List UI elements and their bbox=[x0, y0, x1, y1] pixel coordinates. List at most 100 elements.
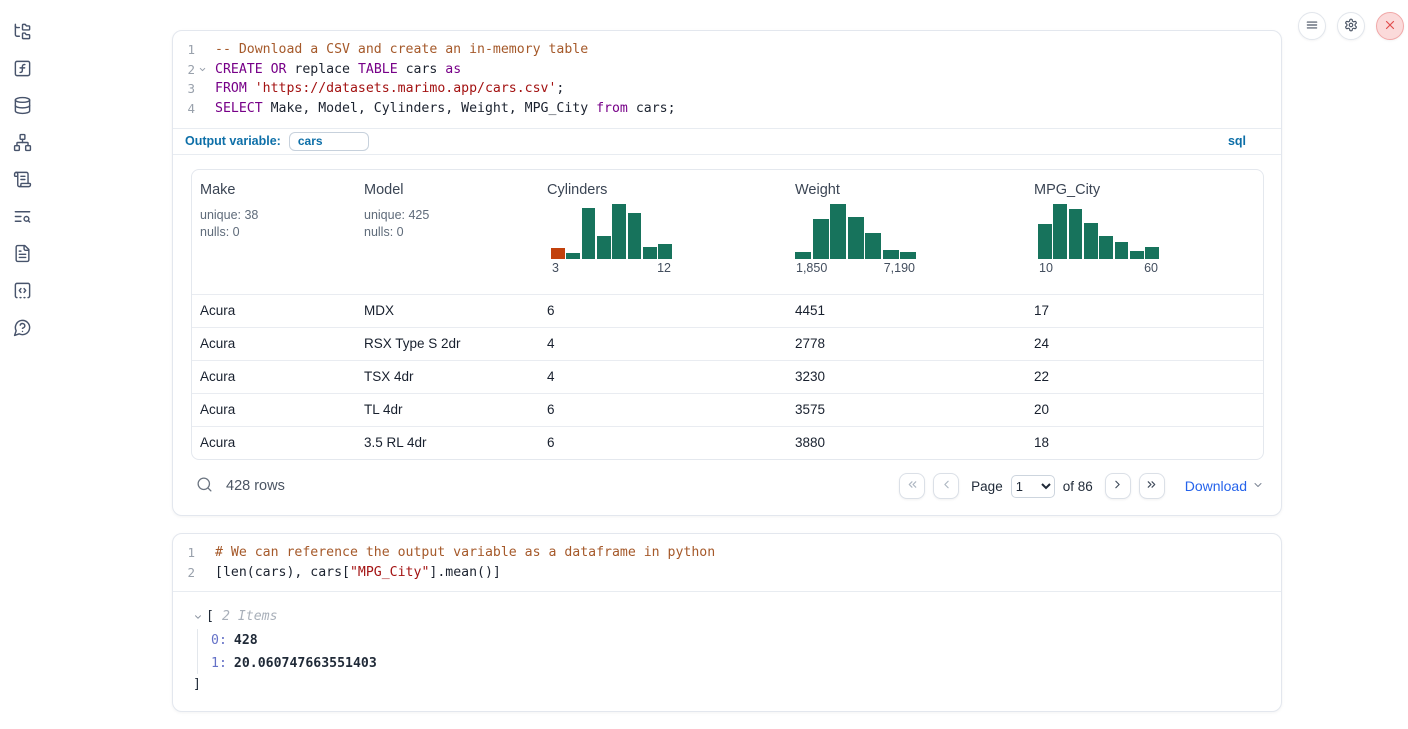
chevrons-left-icon bbox=[906, 478, 919, 494]
histogram-bar bbox=[813, 219, 829, 259]
sidebar-item-logs[interactable] bbox=[12, 171, 32, 191]
code-line[interactable]: 1 # We can reference the output variable… bbox=[173, 543, 1281, 563]
settings-button[interactable] bbox=[1337, 12, 1365, 40]
python-output: [ 2 Items 0: 428 1: 20.060747663551403 ] bbox=[173, 591, 1281, 692]
table-footer: 428 rows Page 1 of 86 Download bbox=[173, 460, 1281, 513]
text-search-icon bbox=[13, 207, 32, 229]
code-token: ; bbox=[556, 81, 564, 96]
sidebar-item-search[interactable] bbox=[12, 208, 32, 228]
chevron-down-icon bbox=[1252, 478, 1264, 494]
histogram-bars bbox=[1038, 204, 1159, 259]
table-cell: 24 bbox=[1026, 328, 1263, 360]
sidebar-item-datasources[interactable] bbox=[12, 97, 32, 117]
item-value: 428 bbox=[234, 633, 258, 648]
table-cell: TSX 4dr bbox=[356, 361, 539, 393]
code-token: "MPG_City" bbox=[350, 565, 429, 580]
sidebar-item-dependencies[interactable] bbox=[12, 134, 32, 154]
output-variable-input[interactable] bbox=[289, 132, 369, 151]
code-token: # We can reference the output variable a… bbox=[215, 545, 715, 560]
table-cell: 18 bbox=[1026, 427, 1263, 459]
table-cell: Acura bbox=[192, 361, 356, 393]
output-variable-label: Output variable: bbox=[185, 134, 281, 148]
column-label: Weight bbox=[795, 182, 1018, 198]
table-row[interactable]: Acura3.5 RL 4dr6388018 bbox=[192, 426, 1263, 459]
line-number: 3 bbox=[173, 79, 195, 99]
page-select[interactable]: 1 bbox=[1011, 475, 1055, 498]
sidebar-item-help[interactable] bbox=[12, 319, 32, 339]
open-bracket: [ bbox=[206, 609, 214, 624]
items-count-label: 2 Items bbox=[222, 609, 278, 624]
line-number: 2 bbox=[173, 563, 195, 583]
histogram-bar bbox=[1038, 224, 1052, 259]
code-line[interactable]: 1 -- Download a CSV and create an in-mem… bbox=[173, 40, 1281, 60]
histogram-bars bbox=[795, 204, 916, 259]
code-token: FROM bbox=[215, 81, 247, 96]
list-item: 1: 20.060747663551403 bbox=[211, 652, 1263, 675]
page-total-label: of 86 bbox=[1063, 479, 1093, 494]
table-search-button[interactable] bbox=[196, 476, 213, 496]
table-cell: 17 bbox=[1026, 295, 1263, 327]
table-cell: 4 bbox=[539, 361, 787, 393]
histogram-bar bbox=[1145, 247, 1159, 259]
histogram-min-label: 1,850 bbox=[796, 261, 827, 275]
pagination: Page 1 of 86 Download bbox=[899, 473, 1264, 499]
output-list-entries: 0: 428 1: 20.060747663551403 bbox=[197, 629, 1263, 674]
sidebar-item-snippets[interactable] bbox=[12, 282, 32, 302]
column-header-make[interactable]: Make unique: 38nulls: 0 bbox=[192, 170, 356, 294]
table-cell: Acura bbox=[192, 328, 356, 360]
code-line[interactable]: 3 FROM 'https://datasets.marimo.app/cars… bbox=[173, 79, 1281, 99]
column-header-model[interactable]: Model unique: 425nulls: 0 bbox=[356, 170, 539, 294]
table-cell: 3575 bbox=[787, 394, 1026, 426]
table-row[interactable]: AcuraRSX Type S 2dr4277824 bbox=[192, 327, 1263, 360]
histogram-bars bbox=[551, 204, 672, 259]
code-token: TABLE bbox=[358, 62, 398, 77]
column-header-cylinders[interactable]: Cylinders 312 bbox=[539, 170, 787, 294]
histogram-bar bbox=[1069, 209, 1083, 259]
column-header-weight[interactable]: Weight 1,8507,190 bbox=[787, 170, 1026, 294]
chevrons-right-icon bbox=[1145, 478, 1158, 494]
histogram-bar bbox=[643, 247, 657, 259]
table-row[interactable]: AcuraTSX 4dr4323022 bbox=[192, 360, 1263, 393]
table-row[interactable]: AcuraMDX6445117 bbox=[192, 294, 1263, 327]
histogram-bar bbox=[900, 252, 916, 259]
column-stat: unique: 425 bbox=[364, 207, 531, 224]
sql-code-editor[interactable]: 1 -- Download a CSV and create an in-mem… bbox=[173, 31, 1281, 128]
table-cell: RSX Type S 2dr bbox=[356, 328, 539, 360]
code-token: from bbox=[596, 101, 628, 116]
column-label: Make bbox=[200, 182, 348, 198]
table-cell: 4 bbox=[539, 328, 787, 360]
item-value: 20.060747663551403 bbox=[234, 656, 377, 671]
collapse-chevron-icon[interactable] bbox=[193, 612, 203, 622]
code-token: cars bbox=[398, 62, 446, 77]
python-cell: 1 # We can reference the output variable… bbox=[172, 533, 1282, 712]
shutdown-button[interactable] bbox=[1376, 12, 1404, 40]
file-text-icon bbox=[13, 244, 32, 266]
last-page-button[interactable] bbox=[1139, 473, 1165, 499]
menu-button[interactable] bbox=[1298, 12, 1326, 40]
histogram-bar bbox=[848, 217, 864, 259]
code-line[interactable]: 4 SELECT Make, Model, Cylinders, Weight,… bbox=[173, 99, 1281, 119]
column-header-mpg-city[interactable]: MPG_City 1060 bbox=[1026, 170, 1263, 294]
histogram-bar bbox=[658, 244, 672, 259]
previous-page-button[interactable] bbox=[933, 473, 959, 499]
histogram-max-label: 60 bbox=[1144, 261, 1158, 275]
code-line[interactable]: 2 [len(cars), cars["MPG_City"].mean()] bbox=[173, 563, 1281, 583]
sidebar-item-functions[interactable] bbox=[12, 60, 32, 80]
sidebar-item-files[interactable] bbox=[12, 23, 32, 43]
table-cell: 3230 bbox=[787, 361, 1026, 393]
histogram-bar bbox=[1099, 236, 1113, 259]
item-index: 1: bbox=[211, 656, 227, 671]
download-button[interactable]: Download bbox=[1185, 478, 1264, 494]
table-cell: MDX bbox=[356, 295, 539, 327]
table-row[interactable]: AcuraTL 4dr6357520 bbox=[192, 393, 1263, 426]
code-line[interactable]: 2 CREATE OR replace TABLE cars as bbox=[173, 60, 1281, 80]
code-token: CREATE bbox=[215, 62, 263, 77]
fold-chevron-icon[interactable] bbox=[196, 60, 208, 80]
sidebar-item-documentation[interactable] bbox=[12, 245, 32, 265]
gear-icon bbox=[1344, 18, 1358, 35]
next-page-button[interactable] bbox=[1105, 473, 1131, 499]
scroll-text-icon bbox=[13, 170, 32, 192]
code-token: -- Download a CSV and create an in-memor… bbox=[215, 42, 588, 57]
first-page-button[interactable] bbox=[899, 473, 925, 499]
python-code-editor[interactable]: 1 # We can reference the output variable… bbox=[173, 534, 1281, 591]
